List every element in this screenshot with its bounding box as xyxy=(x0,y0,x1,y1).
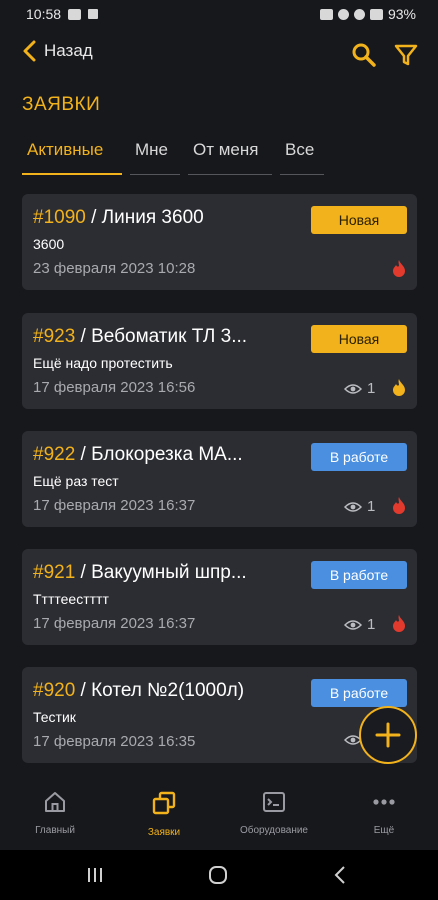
filter-button[interactable] xyxy=(391,40,421,70)
priority-high-icon xyxy=(393,497,405,514)
request-number: #921 xyxy=(33,562,76,583)
request-equipment: / Блокорезка МА... xyxy=(75,444,243,465)
priority-medium-icon xyxy=(393,379,405,396)
tab-active[interactable]: Активные xyxy=(22,137,122,175)
priority-high-icon xyxy=(393,260,405,277)
views-count: 1 xyxy=(367,616,376,633)
nav-more[interactable]: Ещё xyxy=(329,790,438,836)
recent-apps-icon[interactable] xyxy=(84,864,106,886)
system-navigation-bar xyxy=(0,850,438,900)
request-card[interactable]: #923 / Вебоматик ТЛ 3... Ещё надо протес… xyxy=(22,313,417,409)
copy-icon xyxy=(152,791,176,815)
request-date: 17 февраля 2023 16:56 xyxy=(33,379,196,396)
status-badge: В работе xyxy=(311,443,407,471)
status-badge: Новая xyxy=(311,325,407,353)
request-number: #1090 xyxy=(33,207,86,228)
request-card[interactable]: #920 / Котел №2(1000л) Тестик 17 февраля… xyxy=(22,667,417,763)
add-request-button[interactable] xyxy=(359,706,417,764)
request-subtitle: Ещё раз тест xyxy=(33,473,119,489)
nav-home-label: Главный xyxy=(35,825,75,836)
request-equipment: / Вакуумный шпр... xyxy=(75,562,247,583)
tab-all[interactable]: Все xyxy=(280,137,324,175)
request-date: 17 февраля 2023 16:35 xyxy=(33,733,196,750)
wifi-status-icon xyxy=(353,8,365,20)
request-date: 23 февраля 2023 10:28 xyxy=(33,260,196,277)
bottom-navigation: Главный Заявки Оборудование Ещё xyxy=(0,776,438,850)
request-title: #922 / Блокорезка МА... xyxy=(33,444,265,466)
page-title: ЗАЯВКИ xyxy=(22,94,101,115)
eye-icon xyxy=(344,383,362,394)
request-title: #923 / Вебоматик ТЛ 3... xyxy=(33,326,265,348)
status-badge: В работе xyxy=(311,561,407,589)
nav-home[interactable]: Главный xyxy=(0,790,110,836)
request-subtitle: Тестик xyxy=(33,709,76,725)
chevron-left-icon xyxy=(23,40,36,62)
back-nav-icon[interactable] xyxy=(330,864,352,886)
gallery-notification-icon xyxy=(68,8,82,20)
lock-notification-icon xyxy=(88,9,99,19)
signal-status-icon xyxy=(369,8,383,20)
request-card[interactable]: #921 / Вакуумный шпр... Ттттеестттт 17 ф… xyxy=(22,549,417,645)
home-button-icon[interactable] xyxy=(207,864,229,886)
search-button[interactable] xyxy=(349,40,379,70)
status-badge: В работе xyxy=(311,679,407,707)
back-button[interactable]: Назад xyxy=(22,40,93,62)
tab-mine[interactable]: Мне xyxy=(130,137,180,175)
views-counter: 1 xyxy=(344,380,375,397)
request-title: #1090 / Линия 3600 xyxy=(33,207,265,229)
nav-equipment[interactable]: Оборудование xyxy=(219,790,329,836)
plus-icon xyxy=(375,722,401,748)
request-equipment: / Котел №2(1000л) xyxy=(75,680,245,701)
views-counter: 1 xyxy=(344,616,375,633)
priority-high-icon xyxy=(393,615,405,632)
back-label: Назад xyxy=(44,41,93,60)
more-icon xyxy=(373,799,395,805)
nav-requests[interactable]: Заявки xyxy=(109,790,219,838)
battery-percent: 93% xyxy=(387,6,416,22)
request-title: #921 / Вакуумный шпр... xyxy=(33,562,265,584)
terminal-icon xyxy=(263,792,285,812)
tab-from-me[interactable]: От меня xyxy=(188,137,272,175)
request-number: #922 xyxy=(33,444,76,465)
nav-more-label: Ещё xyxy=(373,825,395,836)
views-count: 1 xyxy=(367,498,376,515)
request-title: #920 / Котел №2(1000л) xyxy=(33,680,265,702)
request-date: 17 февраля 2023 16:37 xyxy=(33,497,196,514)
search-icon xyxy=(352,43,376,67)
request-date: 17 февраля 2023 16:37 xyxy=(33,615,196,632)
request-subtitle: 3600 xyxy=(33,236,65,252)
eye-icon xyxy=(344,501,362,512)
top-bar: Назад xyxy=(0,36,438,76)
nav-requests-label: Заявки xyxy=(147,827,181,838)
request-subtitle: Ещё надо протестить xyxy=(33,355,173,371)
request-number: #920 xyxy=(33,680,76,701)
nav-equipment-label: Оборудование xyxy=(239,825,308,836)
request-subtitle: Ттттеестттт xyxy=(33,591,109,607)
request-equipment: / Линия 3600 xyxy=(85,207,204,228)
request-card[interactable]: #1090 / Линия 3600 3600 23 февраля 2023 … xyxy=(22,194,417,290)
eye-icon xyxy=(344,619,362,630)
status-time: 10:58 xyxy=(26,6,62,22)
request-number: #923 xyxy=(33,326,76,347)
views-counter: 1 xyxy=(344,498,375,515)
home-icon xyxy=(45,792,65,812)
status-badge: Новая xyxy=(311,206,407,234)
status-bar: 10:58 93% xyxy=(0,0,438,28)
link-status-icon xyxy=(319,8,333,20)
views-count: 1 xyxy=(367,380,376,397)
filter-icon xyxy=(394,44,418,66)
request-equipment: / Вебоматик ТЛ 3... xyxy=(75,326,248,347)
request-card[interactable]: #922 / Блокорезка МА... Ещё раз тест 17 … xyxy=(22,431,417,527)
alarm-status-icon xyxy=(337,8,349,20)
tab-bar: Активные Мне От меня Все xyxy=(22,137,324,175)
